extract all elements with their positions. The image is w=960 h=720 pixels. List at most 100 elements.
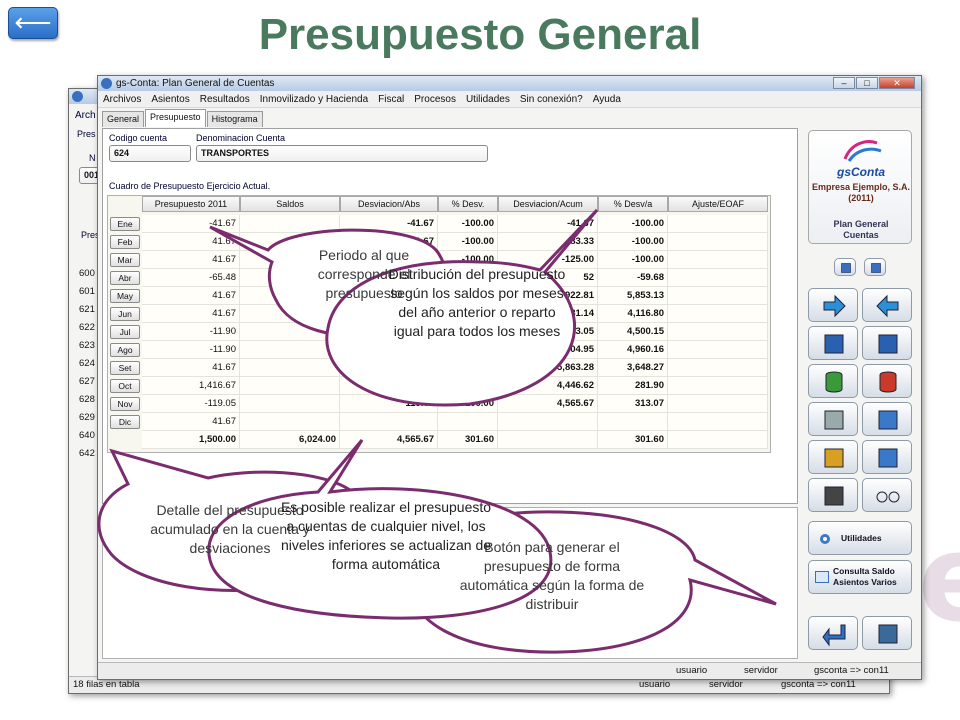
- table-cell[interactable]: [340, 341, 438, 359]
- table-cell[interactable]: -11.90: [142, 341, 240, 359]
- back-tab-fragment[interactable]: Pres: [77, 129, 96, 139]
- tools-button[interactable]: [862, 616, 912, 650]
- table-cell[interactable]: [340, 359, 438, 377]
- back-menu-fragment[interactable]: Arch: [75, 110, 96, 121]
- month-button[interactable]: Ago: [110, 343, 140, 357]
- table-cell[interactable]: [240, 305, 340, 323]
- info-button[interactable]: [834, 258, 856, 276]
- table-cell[interactable]: -41.67: [340, 215, 438, 233]
- table-cell[interactable]: [438, 359, 498, 377]
- table-cell[interactable]: [668, 323, 768, 341]
- table-cell[interactable]: -100.00: [438, 215, 498, 233]
- table-cell[interactable]: 4,446.62: [498, 377, 598, 395]
- table-cell[interactable]: [498, 413, 598, 431]
- undo-document-button[interactable]: [862, 326, 912, 360]
- table-cell[interactable]: -100.00: [438, 395, 498, 413]
- month-button[interactable]: Nov: [110, 397, 140, 411]
- table-cell[interactable]: [668, 251, 768, 269]
- table-cell[interactable]: 4,500.15: [598, 323, 668, 341]
- menu-item-0[interactable]: Archivos: [98, 94, 146, 105]
- edit-button[interactable]: [808, 326, 858, 360]
- table-cell[interactable]: [668, 341, 768, 359]
- table-cell[interactable]: 1,416.67: [340, 377, 438, 395]
- table-cell[interactable]: [438, 413, 498, 431]
- table-cell[interactable]: 4,565.67: [498, 395, 598, 413]
- table-cell[interactable]: [668, 413, 768, 431]
- table-cell[interactable]: -83.33: [498, 233, 598, 251]
- column-header[interactable]: Desviacion/Acum: [498, 196, 598, 212]
- table-cell[interactable]: -41.67: [142, 215, 240, 233]
- table-cell[interactable]: 281.90: [598, 377, 668, 395]
- table-cell[interactable]: 5,853.13: [598, 287, 668, 305]
- table-cell[interactable]: -100.00: [598, 215, 668, 233]
- table-cell[interactable]: 5,863.28: [498, 359, 598, 377]
- menu-item-3[interactable]: Inmovilizado y Hacienda: [255, 94, 373, 105]
- help-button[interactable]: [864, 258, 886, 276]
- month-button[interactable]: Oct: [110, 379, 140, 393]
- return-button[interactable]: [808, 616, 858, 650]
- month-button[interactable]: Abr: [110, 271, 140, 285]
- table-cell[interactable]: [240, 395, 340, 413]
- table-cell[interactable]: 313.07: [598, 395, 668, 413]
- table-cell[interactable]: [340, 413, 438, 431]
- month-button[interactable]: Feb: [110, 235, 140, 249]
- table-cell[interactable]: [668, 359, 768, 377]
- menu-item-2[interactable]: Resultados: [195, 94, 255, 105]
- previous-button[interactable]: [862, 288, 912, 322]
- table-cell[interactable]: 41.67: [142, 287, 240, 305]
- column-header[interactable]: % Desv.: [438, 196, 498, 212]
- table-cell[interactable]: [668, 269, 768, 287]
- close-button[interactable]: ✕: [879, 77, 915, 89]
- table-cell[interactable]: [668, 233, 768, 251]
- column-header[interactable]: Saldos: [240, 196, 340, 212]
- table-cell[interactable]: [668, 287, 768, 305]
- table-cell[interactable]: [668, 215, 768, 233]
- table-cell[interactable]: [240, 215, 340, 233]
- table-cell[interactable]: [598, 413, 668, 431]
- table-cell[interactable]: 41.67: [142, 233, 240, 251]
- menu-item-4[interactable]: Fiscal: [373, 94, 409, 105]
- table-cell[interactable]: [240, 359, 340, 377]
- table-cell[interactable]: [668, 377, 768, 395]
- search-glasses-button[interactable]: [862, 478, 912, 512]
- table-cell[interactable]: -59.68: [598, 269, 668, 287]
- column-header[interactable]: Desviacion/Abs: [340, 196, 438, 212]
- table-cell[interactable]: 3,648.27: [598, 359, 668, 377]
- export-document-button[interactable]: [862, 402, 912, 436]
- month-button[interactable]: Jun: [110, 307, 140, 321]
- table-cell[interactable]: -100.00: [438, 233, 498, 251]
- delete-database-button[interactable]: [862, 364, 912, 398]
- table-cell[interactable]: 41.67: [142, 359, 240, 377]
- tab-0[interactable]: General: [102, 111, 145, 127]
- column-header[interactable]: Ajuste/EOAF: [668, 196, 768, 212]
- table-cell[interactable]: 4,960.16: [598, 341, 668, 359]
- table-cell[interactable]: 119.05: [340, 395, 438, 413]
- month-button[interactable]: Dic: [110, 415, 140, 429]
- table-cell[interactable]: -11.90: [142, 323, 240, 341]
- generate-budget-button[interactable]: [808, 440, 858, 474]
- month-button[interactable]: Jul: [110, 325, 140, 339]
- utilidades-button[interactable]: Utilidades: [808, 521, 912, 555]
- maximize-button[interactable]: □: [856, 77, 878, 89]
- table-cell[interactable]: 41.67: [142, 305, 240, 323]
- menu-item-5[interactable]: Procesos: [409, 94, 461, 105]
- month-button[interactable]: Mar: [110, 253, 140, 267]
- table-cell[interactable]: [240, 323, 340, 341]
- table-cell[interactable]: [438, 341, 498, 359]
- tab-2[interactable]: Histograma: [206, 111, 263, 127]
- month-button[interactable]: Ene: [110, 217, 140, 231]
- denominacion-field[interactable]: TRANSPORTES: [196, 145, 488, 162]
- table-cell[interactable]: [240, 377, 340, 395]
- minimize-button[interactable]: –: [833, 77, 855, 89]
- menu-item-6[interactable]: Utilidades: [461, 94, 515, 105]
- month-button[interactable]: May: [110, 289, 140, 303]
- next-button[interactable]: [808, 288, 858, 322]
- table-cell[interactable]: 1,416.67: [142, 377, 240, 395]
- table-cell[interactable]: 4,116.80: [598, 305, 668, 323]
- consulta-saldo-button[interactable]: Consulta Saldo Asientos Varios: [808, 560, 912, 594]
- menu-item-7[interactable]: Sin conexión?: [515, 94, 588, 105]
- table-cell[interactable]: [240, 413, 340, 431]
- report-button[interactable]: [862, 440, 912, 474]
- month-button[interactable]: Set: [110, 361, 140, 375]
- table-cell[interactable]: -119.05: [142, 395, 240, 413]
